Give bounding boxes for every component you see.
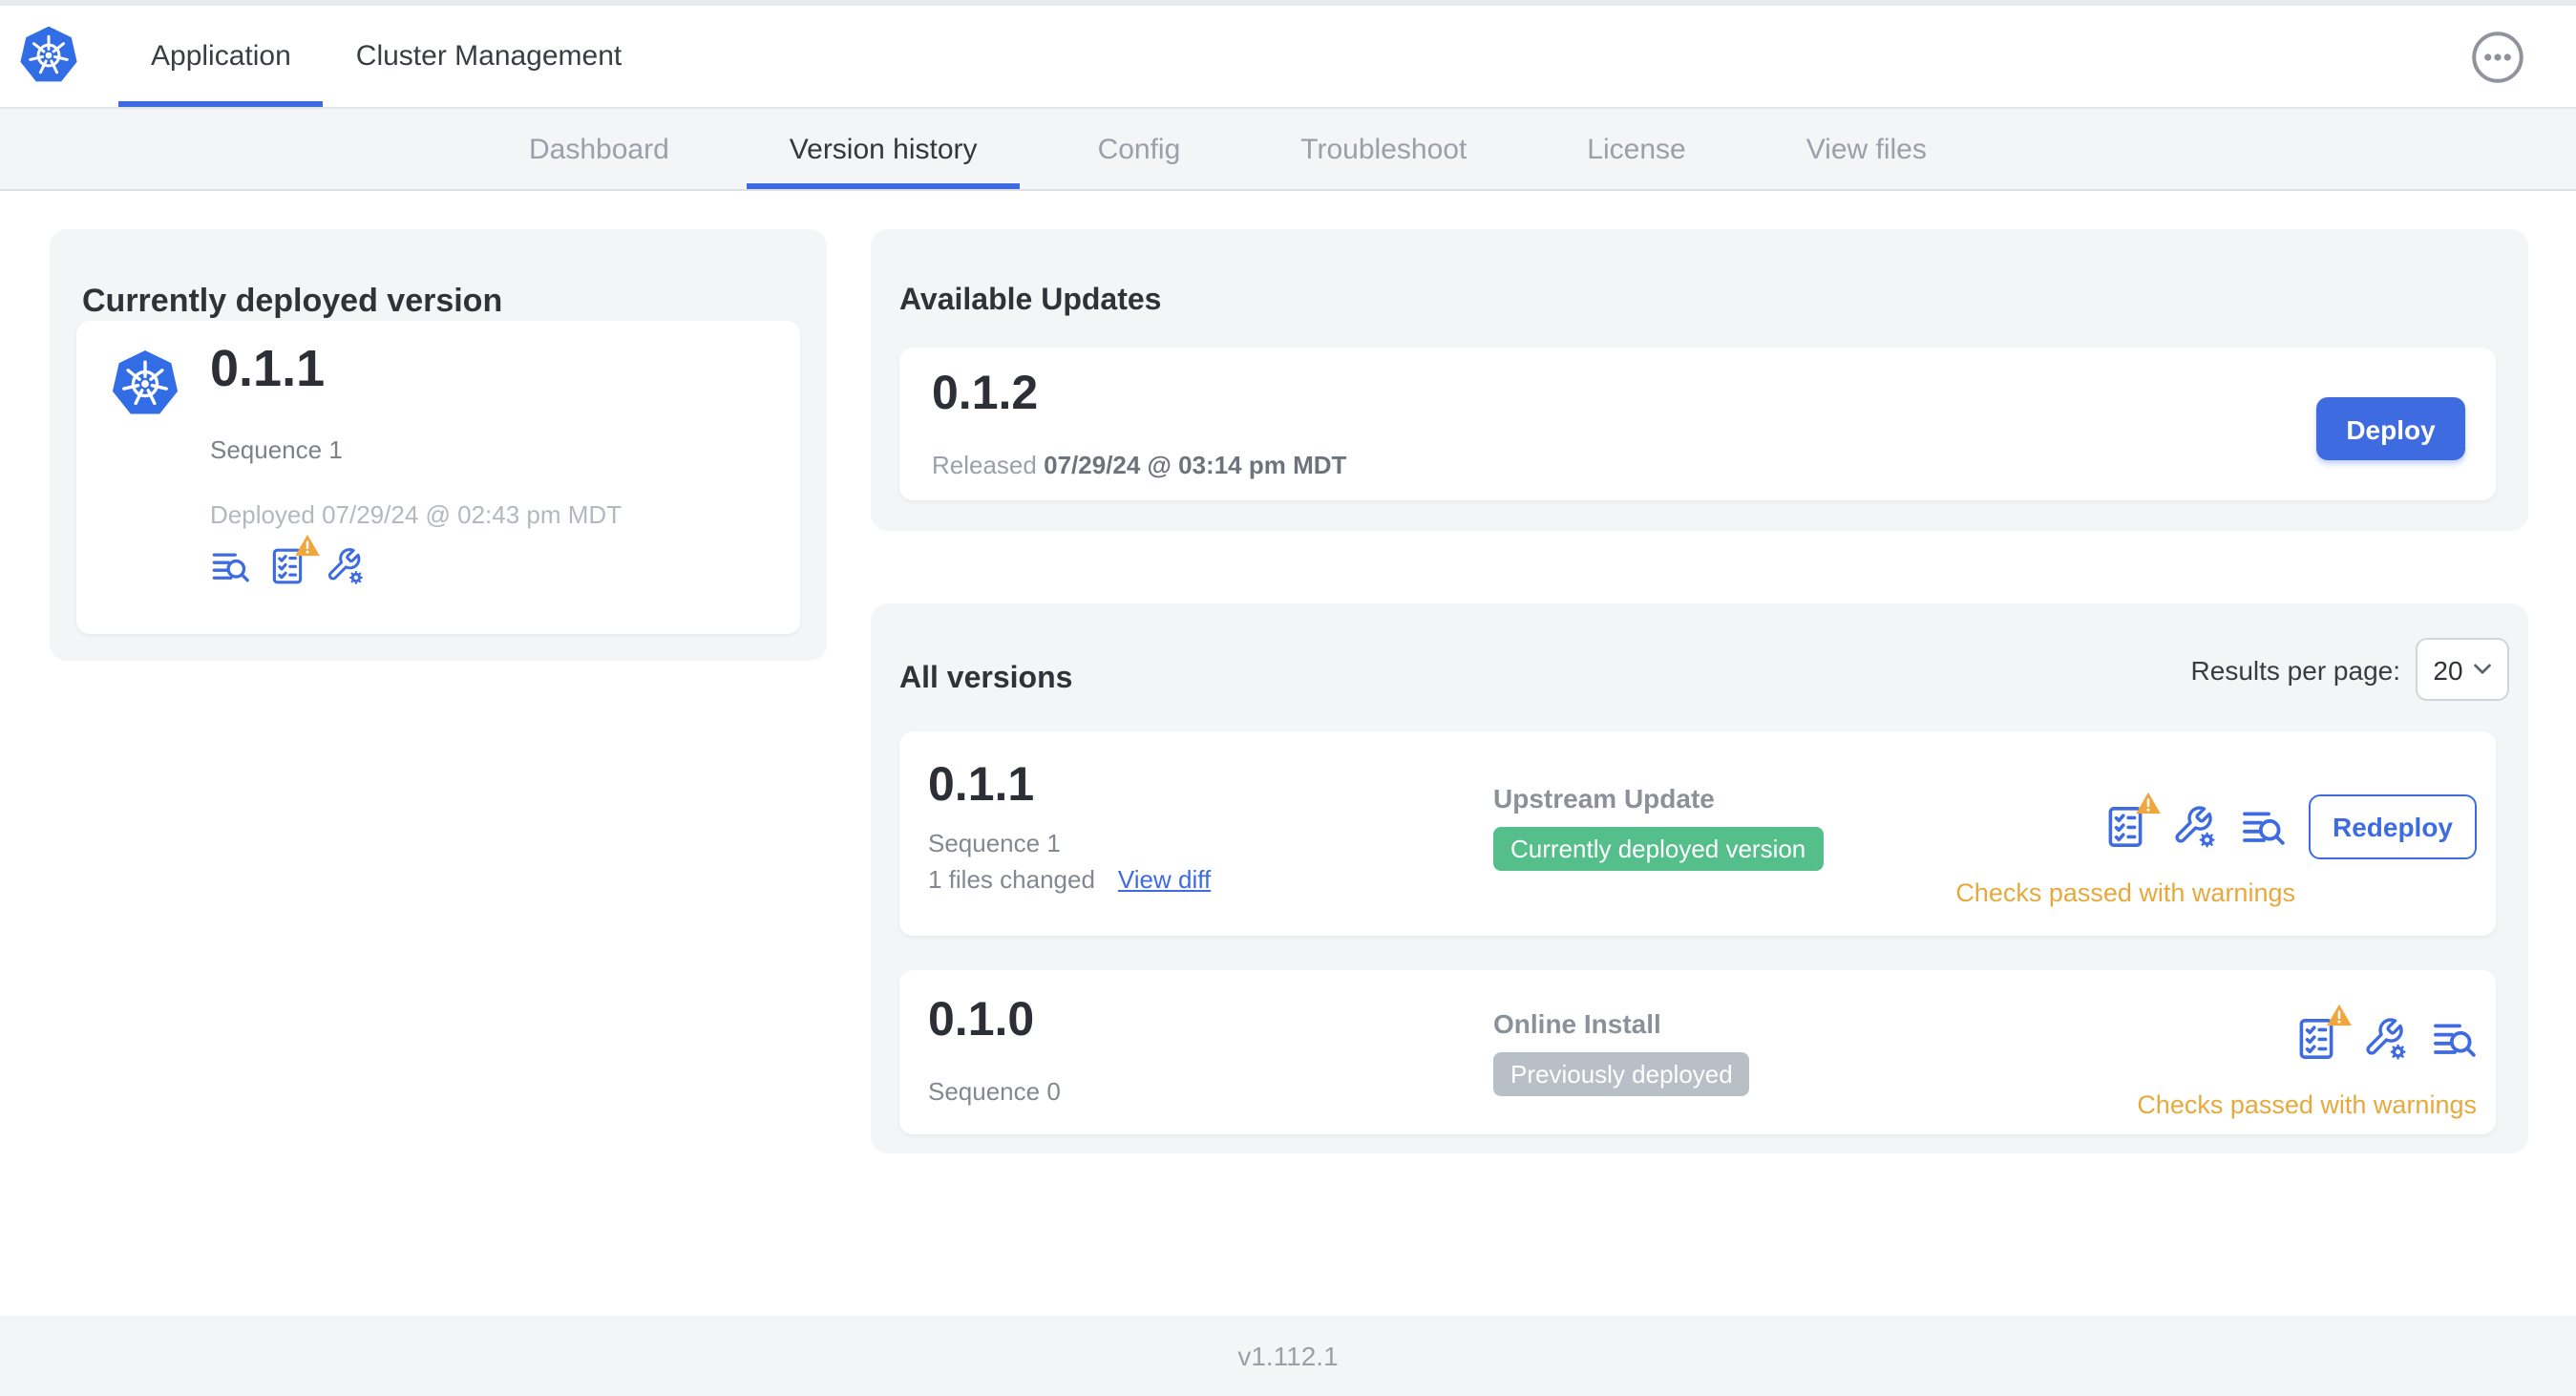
currently-deployed-badge: Currently deployed version <box>1493 827 1824 871</box>
kubernetes-logo <box>17 21 80 90</box>
tab-license[interactable]: License <box>1545 109 1727 189</box>
tab-view-files-label: View files <box>1805 133 1927 165</box>
diff-icon[interactable] <box>210 546 250 586</box>
view-diff-link[interactable]: View diff <box>1118 865 1211 894</box>
diff-icon[interactable] <box>2240 804 2286 850</box>
tab-troubleshoot-label: Troubleshoot <box>1300 133 1467 165</box>
config-icon[interactable] <box>2171 804 2217 850</box>
update-panel: 0.1.2 Released 07/29/24 @ 03:14 pm MDT D… <box>899 348 2496 500</box>
config-icon[interactable] <box>2362 1016 2408 1062</box>
deploy-button[interactable]: Deploy <box>2316 397 2465 460</box>
config-icon[interactable] <box>325 546 365 586</box>
version-row-0-1-0: 0.1.0 Sequence 0 Online Install Previous… <box>899 970 2496 1134</box>
row-sequence: Sequence 1 <box>928 829 1061 857</box>
deployed-version-panel: 0.1.1 Sequence 1 Deployed 07/29/24 @ 02:… <box>76 321 800 634</box>
row-actions: Redeploy <box>2102 794 2477 859</box>
all-versions-title: All versions <box>899 663 1073 696</box>
tab-dashboard-label: Dashboard <box>529 133 669 165</box>
available-updates-title: Available Updates <box>899 285 1162 318</box>
row-sequence: Sequence 0 <box>928 1077 1061 1106</box>
preflight-checks-warning-icon[interactable] <box>2102 804 2148 850</box>
preflight-checks-warning-icon[interactable] <box>2293 1016 2339 1062</box>
previously-deployed-badge: Previously deployed <box>1493 1052 1750 1096</box>
chevron-down-icon <box>2473 663 2492 676</box>
deployed-action-icons <box>210 546 365 586</box>
preflight-status-text: Checks passed with warnings <box>2137 1090 2477 1119</box>
app-level-tabs: Application Cluster Management <box>118 6 654 107</box>
results-per-page-label: Results per page: <box>2190 654 2400 685</box>
app-header: Application Cluster Management <box>0 6 2576 109</box>
results-per-page: Results per page: 20 <box>2191 638 2509 701</box>
ellipsis-menu-button[interactable] <box>2471 31 2524 84</box>
row-version-number: 0.1.1 <box>928 758 1035 812</box>
currently-deployed-card: Currently deployed version 0.1.1 Sequenc… <box>50 229 827 661</box>
row-actions <box>2293 1016 2477 1062</box>
tab-config-label: Config <box>1097 133 1181 165</box>
all-versions-card: All versions Results per page: 20 0.1.1 … <box>871 603 2528 1153</box>
deployed-version-number: 0.1.1 <box>210 340 326 397</box>
admin-console-page: Application Cluster Management Dashboard… <box>0 0 2576 1396</box>
tab-license-label: License <box>1587 133 1686 165</box>
update-released-line: Released 07/29/24 @ 03:14 pm MDT <box>932 451 1346 479</box>
diff-icon[interactable] <box>2431 1016 2477 1062</box>
section-nav: Dashboard Version history Config Trouble… <box>0 109 2576 191</box>
tab-dashboard[interactable]: Dashboard <box>487 109 711 189</box>
deployed-sequence: Sequence 1 <box>210 435 343 464</box>
files-changed-label: 1 files changed <box>928 865 1095 894</box>
update-version-number: 0.1.2 <box>932 367 1039 420</box>
app-icon-kubernetes <box>109 346 181 422</box>
version-row-0-1-1: 0.1.1 Sequence 1 1 files changed View di… <box>899 731 2496 936</box>
deployed-timestamp: Deployed 07/29/24 @ 02:43 pm MDT <box>210 500 623 529</box>
released-timestamp: 07/29/24 @ 03:14 pm MDT <box>1044 451 1347 479</box>
row-files-changed: 1 files changed View diff <box>928 865 1211 894</box>
tab-application[interactable]: Application <box>118 6 325 107</box>
released-label: Released <box>932 451 1037 479</box>
row-version-number: 0.1.0 <box>928 993 1035 1047</box>
row-source: Upstream Update <box>1493 783 1715 814</box>
tab-troubleshoot[interactable]: Troubleshoot <box>1258 109 1509 189</box>
page-footer: v1.112.1 <box>0 1316 2576 1396</box>
redeploy-button[interactable]: Redeploy <box>2309 794 2477 859</box>
available-updates-card: Available Updates 0.1.2 Released 07/29/2… <box>871 229 2528 531</box>
console-version: v1.112.1 <box>1237 1341 1339 1371</box>
tab-config[interactable]: Config <box>1056 109 1223 189</box>
tab-view-files[interactable]: View files <box>1764 109 1969 189</box>
results-per-page-value: 20 <box>2433 654 2463 685</box>
tab-cluster-management[interactable]: Cluster Management <box>324 6 654 107</box>
tab-cluster-management-label: Cluster Management <box>355 40 623 73</box>
preflight-status-text: Checks passed with warnings <box>1955 878 2295 907</box>
preflight-checks-warning-icon[interactable] <box>267 546 307 586</box>
row-source: Online Install <box>1493 1008 1661 1039</box>
tab-application-label: Application <box>151 40 291 73</box>
ellipsis-menu-icon <box>2471 31 2524 84</box>
tab-version-history[interactable]: Version history <box>747 109 1021 189</box>
tab-version-history-label: Version history <box>789 133 978 165</box>
currently-deployed-title: Currently deployed version <box>82 283 503 320</box>
results-per-page-select[interactable]: 20 <box>2416 638 2509 701</box>
